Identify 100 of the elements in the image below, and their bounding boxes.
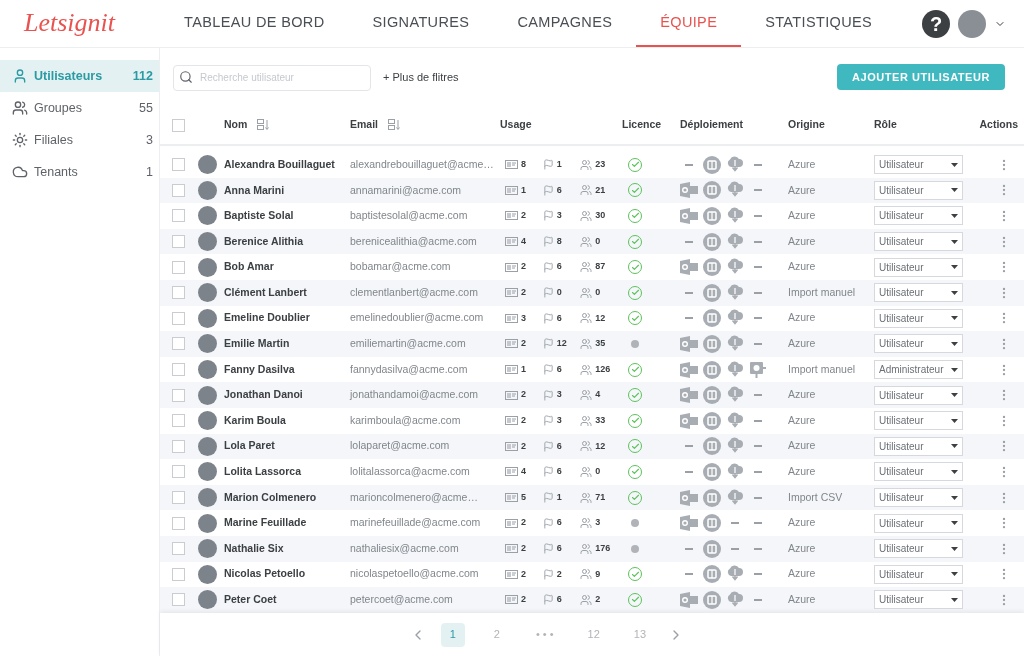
- caret-icon: [951, 162, 958, 167]
- row-checkbox[interactable]: [172, 414, 185, 428]
- table-row[interactable]: Peter Coet petercoet@acme.com 2 6 2 Azure Utilisateur: [160, 587, 1024, 613]
- origin-text: Azure: [788, 464, 817, 480]
- role-dropdown[interactable]: Utilisateur: [874, 590, 963, 610]
- row-checkbox[interactable]: [172, 286, 185, 300]
- role-dropdown[interactable]: Utilisateur: [874, 411, 963, 431]
- nav-tab[interactable]: CAMPAGNES: [493, 0, 637, 47]
- nav-tab[interactable]: STATISTIQUES: [741, 0, 897, 47]
- avatar: [198, 411, 217, 431]
- row-checkbox[interactable]: [172, 542, 185, 556]
- table-row[interactable]: Berenice Alithia berenicealithia@acme.com 4 8 0 Azure Utilisateur: [160, 228, 1024, 255]
- origin-text: Azure: [788, 515, 817, 531]
- sidebar-item[interactable]: Groupes 55: [0, 92, 159, 124]
- avatar: [198, 462, 217, 482]
- role-dropdown[interactable]: Utilisateur: [874, 436, 963, 456]
- row-checkbox[interactable]: [172, 337, 185, 351]
- role-dropdown[interactable]: Utilisateur: [874, 257, 963, 277]
- caret-icon: [951, 495, 958, 500]
- role-dropdown[interactable]: Utilisateur: [874, 283, 963, 303]
- role-dropdown[interactable]: Utilisateur: [874, 462, 963, 482]
- role-dropdown[interactable]: Utilisateur: [874, 564, 963, 584]
- table-row[interactable]: Jonathan Danoi jonathandamoi@acme.com 2 3 4 Azure Utilisateur: [160, 382, 1024, 408]
- role-dropdown[interactable]: Utilisateur: [874, 180, 963, 200]
- sort-icon[interactable]: [257, 119, 270, 131]
- card-icon: [505, 595, 518, 605]
- row-checkbox[interactable]: [172, 183, 185, 197]
- sort-icon[interactable]: [388, 119, 400, 131]
- row-checkbox[interactable]: [172, 209, 185, 223]
- role-dropdown[interactable]: Utilisateur: [874, 385, 963, 405]
- row-checkbox[interactable]: [172, 388, 185, 402]
- select-all-checkbox[interactable]: [172, 118, 185, 132]
- user-name: Nicolas Petoello: [224, 566, 307, 582]
- usage-count: 33: [595, 414, 606, 427]
- plugin-icon: [749, 360, 767, 379]
- table-row[interactable]: Nathalie Six nathaliesix@acme.com 2 6 176 Azure Utilisateur: [160, 535, 1024, 562]
- dash-icon: [685, 317, 693, 320]
- search-icon: [179, 70, 193, 84]
- more-filters-link[interactable]: + Plus de flitres: [383, 68, 459, 86]
- sidebar-item[interactable]: Tenants 1: [0, 156, 159, 188]
- dash-icon: [754, 189, 762, 192]
- row-checkbox[interactable]: [172, 235, 185, 249]
- role-dropdown[interactable]: Administrateur: [874, 360, 963, 380]
- cloud-download-icon: [727, 334, 743, 353]
- role-dropdown[interactable]: Utilisateur: [874, 206, 963, 226]
- row-checkbox[interactable]: [172, 158, 185, 172]
- user-email: karimboula@acme.com: [350, 412, 462, 428]
- row-checkbox[interactable]: [172, 593, 185, 607]
- dash-icon: [754, 470, 762, 473]
- card-icon: [505, 339, 518, 349]
- row-checkbox[interactable]: [172, 439, 185, 453]
- office-app-icon: [703, 181, 721, 200]
- table-row[interactable]: Lola Paret lolaparet@acme.com 2 6 12 Azure Utilisateur: [160, 433, 1024, 460]
- office-app-icon: [703, 309, 721, 328]
- column-header: Rôle: [874, 117, 897, 133]
- search-field[interactable]: Recherche utilisateur: [173, 64, 371, 91]
- caret-icon: [951, 316, 958, 321]
- sidebar-label: Utilisateurs: [34, 67, 103, 85]
- group-icon: [580, 542, 593, 555]
- role-dropdown[interactable]: Utilisateur: [874, 334, 963, 354]
- role-dropdown[interactable]: Utilisateur: [874, 539, 963, 559]
- table-row[interactable]: Emilie Martin emiliemartin@acme.com 2 12 35 Azure Utilisateur: [160, 331, 1024, 357]
- row-checkbox[interactable]: [172, 311, 185, 325]
- user-name: Berenice Alithia: [224, 233, 304, 249]
- usage-count: 2: [521, 593, 526, 607]
- help-button[interactable]: ?: [922, 9, 950, 38]
- table-row[interactable]: Marion Colmenero marioncolmenero@acme… 5 1 71 Import CSV Utilisateur: [160, 484, 1024, 511]
- row-checkbox[interactable]: [172, 260, 185, 274]
- table-row[interactable]: Anna Marini annamarini@acme.com 1 6 21 Azure Utilisateur: [160, 177, 1024, 204]
- flag-icon: [542, 440, 554, 452]
- role-dropdown[interactable]: Utilisateur: [874, 308, 963, 328]
- avatar: [198, 283, 217, 303]
- row-checkbox[interactable]: [172, 363, 185, 377]
- office-app-icon: [703, 258, 721, 277]
- table-row[interactable]: Clément Lanbert clementlanbert@acme.com 2 0 0 Import manuel Utilisateur: [160, 279, 1024, 306]
- flag-icon: [542, 159, 554, 171]
- card-icon: [505, 237, 518, 247]
- nav-tab[interactable]: TABLEAU DE BORD: [160, 0, 349, 47]
- avatar[interactable]: [958, 9, 986, 38]
- nav-tab[interactable]: ÉQUIPE: [636, 0, 742, 47]
- mail-app-icon: [680, 412, 698, 429]
- flag-icon: [542, 517, 554, 529]
- nav-tab[interactable]: SIGNATURES: [348, 0, 494, 47]
- user-email: clementlanbert@acme.com: [350, 284, 479, 300]
- role-dropdown[interactable]: Utilisateur: [874, 155, 963, 175]
- caret-icon: [951, 597, 958, 602]
- role-dropdown[interactable]: Utilisateur: [874, 488, 963, 507]
- card-icon: [505, 569, 518, 579]
- row-checkbox[interactable]: [172, 516, 185, 530]
- group-icon: [580, 158, 593, 171]
- row-checkbox[interactable]: [172, 465, 185, 479]
- user-email: alexandrebouillaguet@acme…: [350, 156, 495, 172]
- row-checkbox[interactable]: [172, 567, 185, 581]
- cloud-download-icon: [727, 411, 743, 430]
- role-dropdown[interactable]: Utilisateur: [874, 513, 963, 533]
- dash-icon: [685, 291, 693, 294]
- sidebar-item[interactable]: Filiales 3: [0, 124, 159, 156]
- role-dropdown[interactable]: Utilisateur: [874, 232, 963, 252]
- column-header: Licence: [622, 117, 662, 133]
- row-checkbox[interactable]: [172, 491, 185, 504]
